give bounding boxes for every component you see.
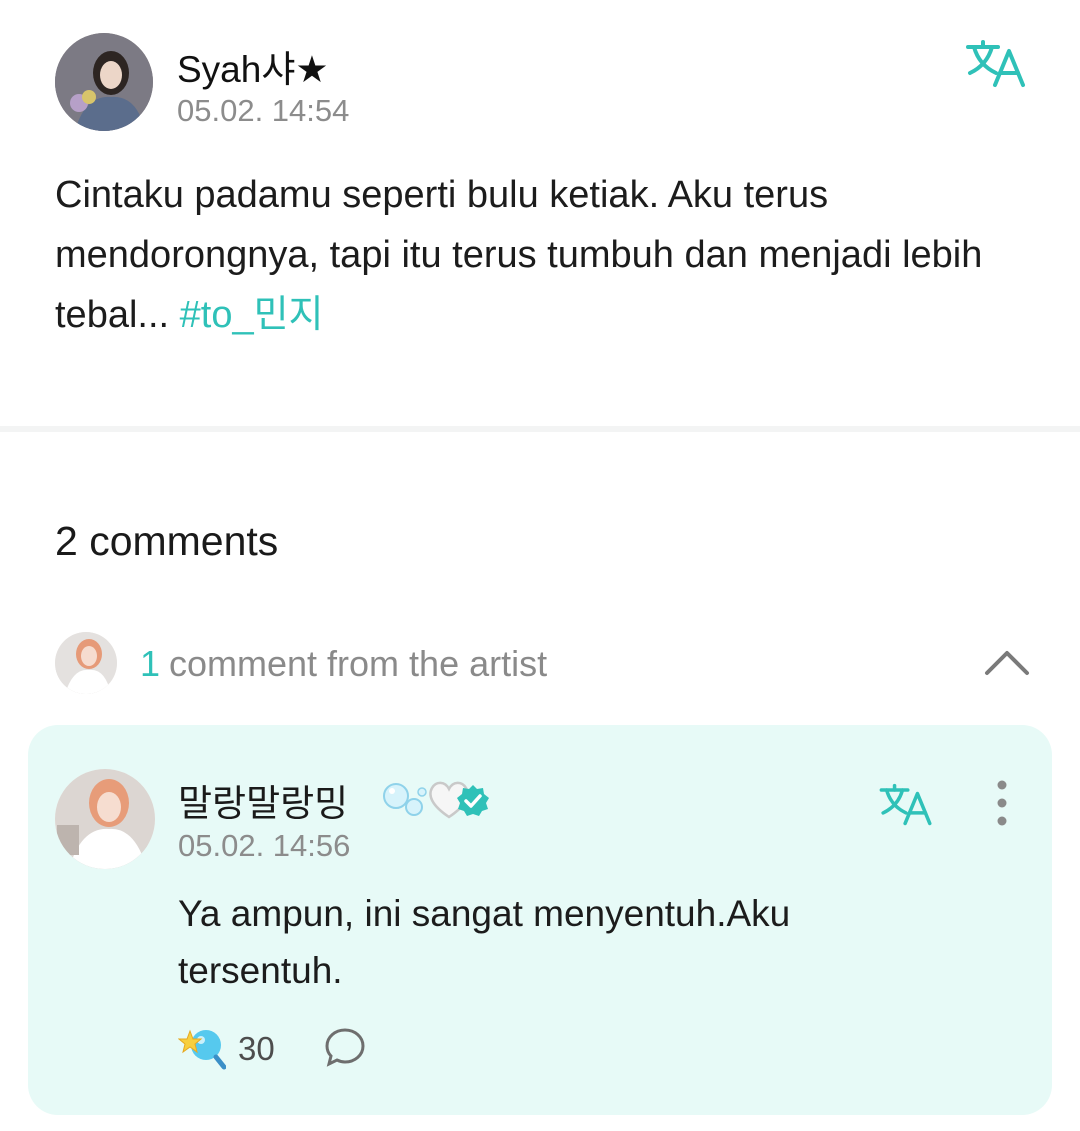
post-timestamp: 05.02. 14:54 xyxy=(177,93,350,128)
artist-comment-count: 1 xyxy=(140,643,161,684)
artist-avatar[interactable] xyxy=(55,769,155,869)
translate-icon[interactable] xyxy=(878,783,934,827)
artist-comment-card: 말랑말랑밍 05.02. 14:56 Ya ampun, ini sangat … xyxy=(28,725,1052,1115)
post-header: Syah샤★ 05.02. 14:54 xyxy=(55,33,1035,133)
comment-count: 2 comments xyxy=(55,518,279,564)
hashtag-link[interactable]: #to_민지 xyxy=(180,294,324,336)
more-vertical-icon[interactable] xyxy=(990,779,1014,827)
like-count: 30 xyxy=(238,1030,275,1067)
star-bubble-reaction-icon[interactable] xyxy=(177,1025,227,1071)
post-body: Cintaku padamu seperti bulu ketiak. Aku … xyxy=(55,165,1005,345)
author-avatar[interactable] xyxy=(55,33,153,131)
reply-bubble-icon[interactable] xyxy=(324,1027,366,1067)
verified-badge-icon xyxy=(455,783,491,824)
post-detail-page: Syah샤★ 05.02. 14:54 Cintaku padamu seper… xyxy=(0,0,1080,1131)
artist-name[interactable]: 말랑말랑밍 xyxy=(178,773,348,827)
author-name[interactable]: Syah샤★ xyxy=(177,39,329,93)
artist-comment-timestamp: 05.02. 14:56 xyxy=(178,828,351,863)
bubbles-emoji-icon xyxy=(382,780,428,825)
artist-comments-toggle[interactable]: 1 comment from the artist xyxy=(55,631,1035,695)
translate-icon[interactable] xyxy=(965,39,1027,89)
artist-comment-label: comment from the artist xyxy=(169,643,548,684)
section-divider xyxy=(0,426,1080,432)
chevron-up-icon[interactable] xyxy=(983,645,1031,681)
artist-comment-text: Ya ampun, ini sangat menyentuh.Aku terse… xyxy=(178,893,791,991)
artist-avatar-small xyxy=(55,632,117,694)
